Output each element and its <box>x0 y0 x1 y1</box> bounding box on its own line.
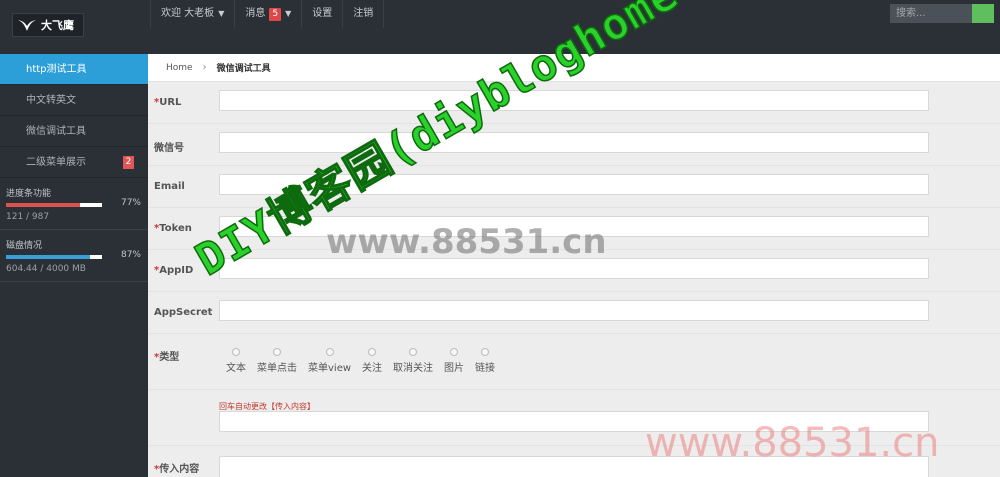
field-label-email: Email <box>154 181 185 192</box>
sidebar: http测试工具 中文转英文 微信调试工具 二级菜单展示 2 进度条功能 77%… <box>0 54 154 477</box>
radio-option-subscribe[interactable]: 关注 <box>362 348 382 374</box>
radio-option-text[interactable]: 文本 <box>226 348 246 374</box>
sidebar-item-http-tool[interactable]: http测试工具 <box>0 54 154 85</box>
sidebar-item-submenu-demo[interactable]: 二级菜单展示 2 <box>0 147 148 178</box>
progress-stat: 进度条功能 77% 121 / 987 <box>0 178 148 230</box>
nav-logout[interactable]: 注销 <box>342 0 385 28</box>
radio-option-image[interactable]: 图片 <box>444 348 464 374</box>
form-row-appsecret: AppSecret <box>148 292 1000 334</box>
field-label-appsecret: AppSecret <box>154 307 213 318</box>
nav-welcome-label: 欢迎 大老板 <box>161 8 215 19</box>
logo-text: 大飞鹰 <box>41 19 74 32</box>
disk-bar-fill <box>6 255 90 259</box>
watermark-corner: www.88531.cn <box>645 420 940 466</box>
breadcrumb-home[interactable]: Home <box>166 63 193 73</box>
search-input[interactable] <box>890 4 972 23</box>
form-row-url: *URL <box>148 82 1000 124</box>
progress-detail: 121 / 987 <box>6 212 50 222</box>
type-radio-group: 文本 菜单点击 菜单view 关注 取消关注 图片 链接 <box>226 348 506 374</box>
watermark-center: www.88531.cn <box>326 222 607 262</box>
appsecret-input[interactable] <box>219 300 929 321</box>
sidebar-item-label: http测试工具 <box>26 64 87 75</box>
radio-circle-icon <box>273 348 281 356</box>
search-button[interactable] <box>972 4 994 23</box>
sidebar-item-wechat-debug[interactable]: 微信调试工具 <box>0 116 148 147</box>
nav-logout-label: 注销 <box>353 8 374 19</box>
sidebar-item-label: 中文转英文 <box>26 95 76 106</box>
disk-stat: 磁盘情况 87% 604.44 / 4000 MB <box>0 230 148 282</box>
radio-option-menu-view[interactable]: 菜单view <box>308 348 351 374</box>
radio-circle-icon <box>232 348 240 356</box>
nav-messages-dropdown[interactable]: 消息 5 ▼ <box>234 0 301 28</box>
nav-settings[interactable]: 设置 <box>301 0 342 28</box>
caret-down-icon: ▼ <box>218 9 225 18</box>
disk-bar <box>6 255 102 259</box>
radio-circle-icon <box>409 348 418 356</box>
top-nav: 欢迎 大老板 ▼ 消息 5 ▼ 设置 注销 <box>150 0 385 28</box>
caret-down-icon: ▼ <box>285 9 292 18</box>
eagle-logo-icon <box>18 20 36 31</box>
nav-welcome-dropdown[interactable]: 欢迎 大老板 ▼ <box>150 0 234 28</box>
disk-detail: 604.44 / 4000 MB <box>6 264 86 274</box>
top-navbar: 大飞鹰 欢迎 大老板 ▼ 消息 5 ▼ 设置 注销 <box>0 0 1000 54</box>
sidebar-item-cn-to-en[interactable]: 中文转英文 <box>0 85 148 116</box>
field-label-appid: *AppID <box>154 265 194 276</box>
radio-option-link[interactable]: 链接 <box>475 348 495 374</box>
main-content: Home › 微信调试工具 *URL 微信号 Email *Token *App… <box>148 54 1000 477</box>
progress-bar-fill <box>6 203 80 207</box>
radio-option-unsubscribe[interactable]: 取消关注 <box>393 348 433 374</box>
nav-settings-label: 设置 <box>312 8 333 19</box>
logo[interactable]: 大飞鹰 <box>12 13 84 37</box>
field-label-wechat-id: 微信号 <box>154 143 184 154</box>
chevron-right-icon: › <box>202 62 207 73</box>
radio-circle-icon <box>325 348 334 356</box>
field-label-type: *类型 <box>154 352 180 363</box>
disk-percent: 87% <box>120 250 141 260</box>
field-label-url: *URL <box>154 97 182 108</box>
field-label-content: *传入内容 <box>154 464 200 475</box>
radio-option-menu-click[interactable]: 菜单点击 <box>257 348 297 374</box>
progress-bar <box>6 203 102 207</box>
radio-circle-icon <box>450 348 459 356</box>
messages-count-badge: 5 <box>269 7 282 21</box>
form-row-type: *类型 文本 菜单点击 菜单view 关注 取消关注 图片 链接 <box>148 334 1000 390</box>
form-row-wechat-id: 微信号 <box>148 124 1000 166</box>
radio-circle-icon <box>481 348 490 356</box>
sidebar-item-label: 二级菜单展示 <box>26 157 86 168</box>
radio-circle-icon <box>368 348 377 356</box>
nav-messages-label: 消息 <box>245 8 266 19</box>
sidebar-item-label: 微信调试工具 <box>26 126 86 137</box>
url-input[interactable] <box>219 90 929 111</box>
breadcrumb-current: 微信调试工具 <box>216 64 271 74</box>
progress-percent: 77% <box>120 198 141 208</box>
sidebar-item-badge: 2 <box>123 156 134 169</box>
